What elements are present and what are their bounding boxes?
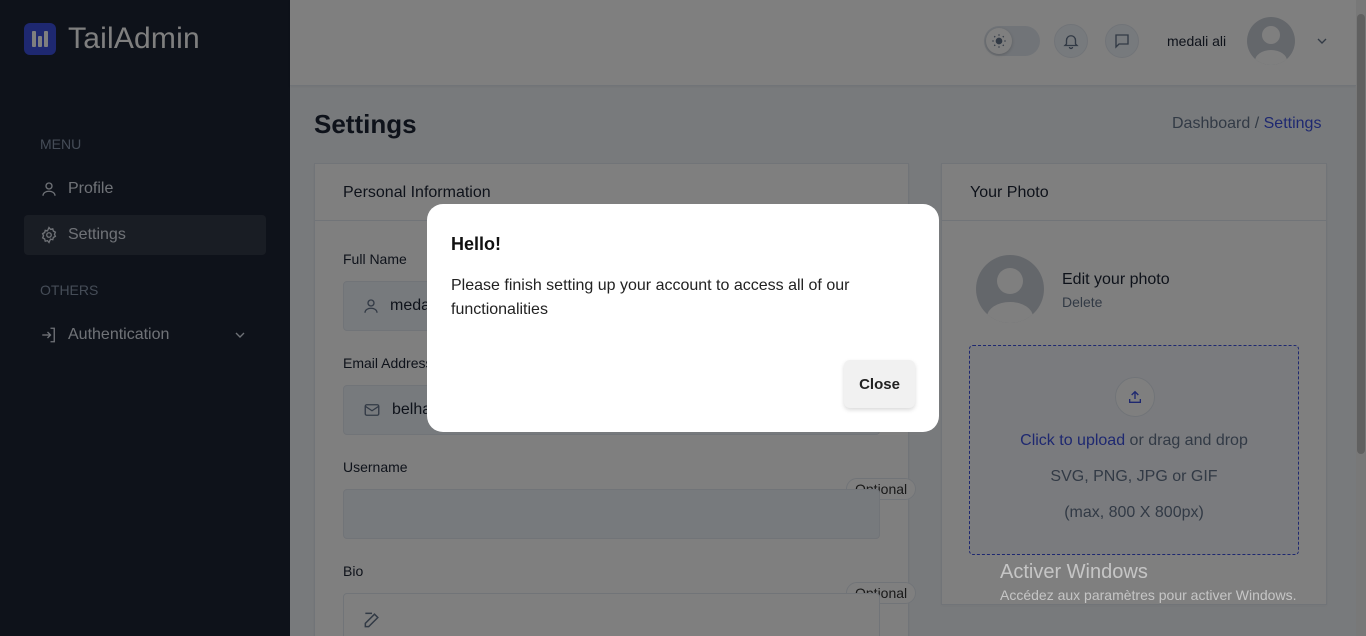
watermark-title: Activer Windows — [1000, 561, 1148, 583]
welcome-modal: Hello! Please finish setting up your acc… — [427, 204, 939, 432]
modal-body: Please finish setting up your account to… — [451, 277, 850, 318]
close-button[interactable]: Close — [844, 360, 915, 408]
watermark-subtitle: Accédez aux paramètres pour activer Wind… — [1000, 587, 1297, 603]
modal-title: Hello! — [451, 234, 502, 254]
